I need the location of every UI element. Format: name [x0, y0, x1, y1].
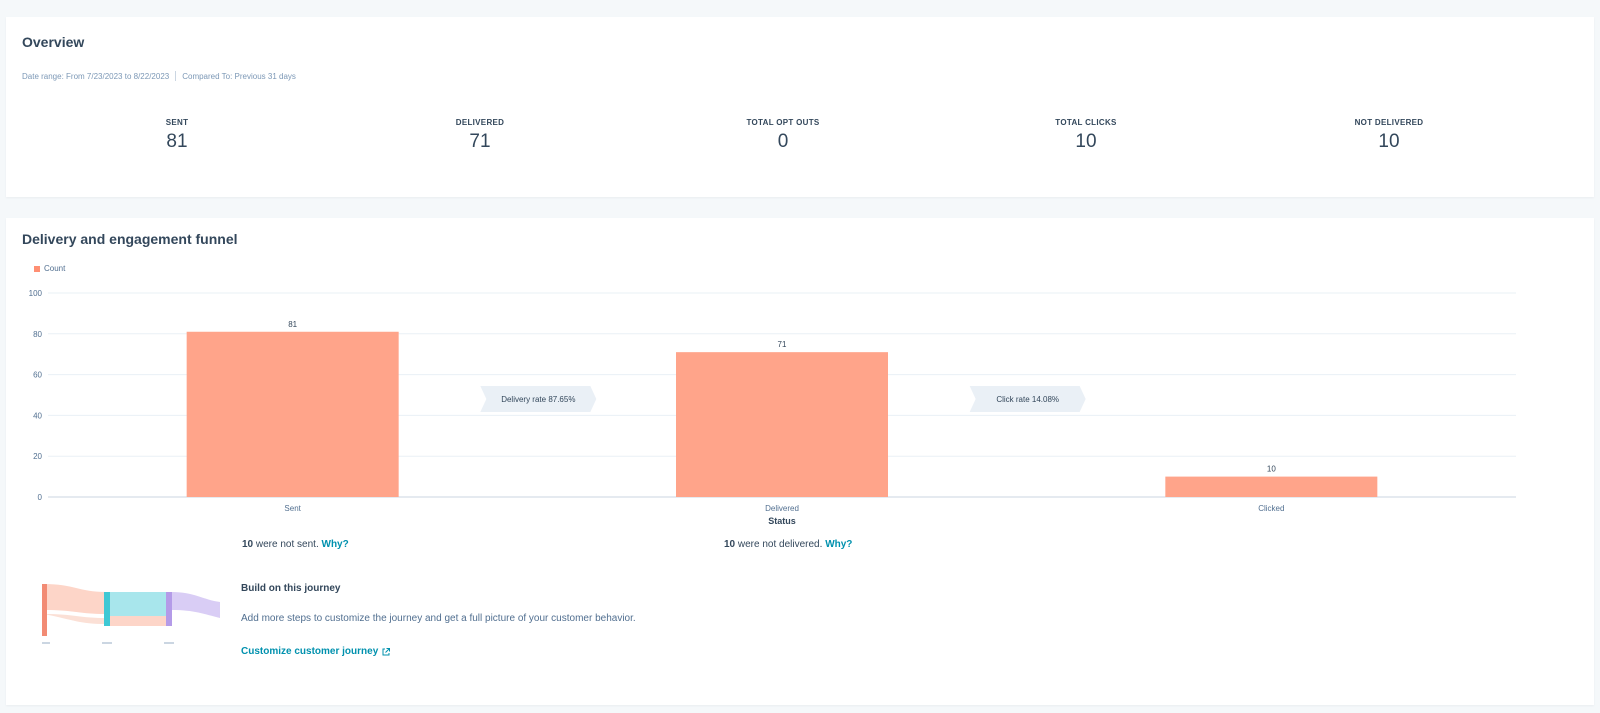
- kpi-value: 10: [1075, 131, 1097, 152]
- journey-node-3: [166, 592, 172, 626]
- journey-flow-5: [172, 592, 220, 618]
- kpi-delivered: DELIVERED 71: [380, 118, 580, 153]
- journey-node-1: [42, 584, 47, 636]
- not-sent-note: 10 were not sent. Why?: [242, 539, 349, 550]
- y-tick-label: 0: [38, 493, 43, 502]
- meta-divider: [175, 71, 177, 81]
- kpi-not-delivered: NOT DELIVERED 10: [1289, 118, 1489, 153]
- y-tick-label: 100: [29, 289, 43, 298]
- funnel-card: Delivery and engagement funnel Count 0 20…: [6, 218, 1594, 705]
- not-sent-count: 10: [242, 539, 254, 550]
- kpi-total-clicks: TOTAL CLICKS 10: [986, 118, 1186, 153]
- kpi-label: TOTAL OPT OUTS: [746, 118, 820, 127]
- journey-flow-4: [110, 616, 166, 626]
- journey-stage-tick-1: [42, 642, 50, 644]
- kpi-label: SENT: [165, 118, 189, 127]
- bar-clicked: [1165, 476, 1378, 497]
- y-tick-label: 20: [33, 452, 42, 461]
- funnel-title: Delivery and engagement funnel: [22, 231, 238, 247]
- journey-stage-tick-3: [164, 642, 174, 644]
- bar-value-label: 71: [778, 340, 787, 349]
- journey-flow-1: [44, 584, 106, 614]
- chart-legend[interactable]: Count: [34, 264, 65, 273]
- journey-description: Add more steps to customize the journey …: [241, 613, 636, 624]
- kpi-total-opt-outs: TOTAL OPT OUTS 0: [683, 118, 883, 153]
- not-sent-text: were not sent.: [253, 539, 322, 550]
- kpi-value: 10: [1378, 131, 1400, 152]
- x-axis-title: Status: [768, 516, 796, 526]
- customize-journey-label: Customize customer journey: [241, 646, 379, 657]
- kpi-value: 0: [777, 131, 789, 152]
- journey-flow-2: [44, 614, 106, 624]
- kpi-sent: SENT 81: [77, 118, 277, 153]
- x-tick-label: Clicked: [1258, 504, 1284, 513]
- bar-delivered: [676, 352, 888, 497]
- not-delivered-text: were not delivered.: [735, 539, 826, 550]
- x-tick-label: Sent: [284, 504, 301, 513]
- y-tick-label: 40: [33, 411, 42, 420]
- external-link-icon: [382, 647, 391, 655]
- y-tick-label: 80: [33, 330, 42, 339]
- overview-title: Overview: [22, 34, 85, 50]
- bar-value-label: 10: [1267, 465, 1276, 474]
- y-tick-label: 60: [33, 371, 42, 380]
- legend-swatch: [34, 265, 40, 272]
- kpi-label: TOTAL CLICKS: [1055, 118, 1117, 127]
- bar-sent: [186, 331, 399, 497]
- journey-flow-3: [110, 592, 166, 616]
- kpi-value: 81: [166, 131, 188, 152]
- not-delivered-count: 10: [724, 539, 736, 550]
- kpi-value: 71: [469, 131, 491, 152]
- rate-annotation-label: Click rate 14.08%: [996, 395, 1059, 404]
- rate-annotation-label: Delivery rate 87.65%: [501, 395, 575, 404]
- why-not-sent-link[interactable]: Why?: [322, 539, 349, 550]
- x-tick-label: Delivered: [765, 504, 799, 513]
- kpi-label: NOT DELIVERED: [1354, 118, 1424, 127]
- funnel-bar-chart: 0 20 40 60 80 100 81 Sent 71 Delivered 10 Clicked St…: [29, 289, 1516, 526]
- compared-to-label: Compared To: Previous 31 days: [182, 71, 296, 81]
- journey-illustration: [42, 584, 220, 644]
- legend-label: Count: [44, 264, 66, 273]
- customize-journey-link[interactable]: Customize customer journey: [241, 646, 391, 657]
- journey-node-2: [104, 592, 110, 626]
- journey-stage-tick-2: [102, 642, 112, 644]
- kpi-label: DELIVERED: [455, 118, 505, 127]
- overview-card: Overview Date range: From 7/23/2023 to 8…: [6, 17, 1594, 197]
- bar-value-label: 81: [288, 320, 297, 329]
- why-not-delivered-link[interactable]: Why?: [825, 539, 852, 550]
- date-range-label: Date range: From 7/23/2023 to 8/22/2023: [22, 71, 170, 81]
- not-delivered-note: 10 were not delivered. Why?: [724, 539, 852, 550]
- date-range-info: Date range: From 7/23/2023 to 8/22/2023 …: [22, 71, 296, 81]
- journey-title: Build on this journey: [241, 583, 341, 594]
